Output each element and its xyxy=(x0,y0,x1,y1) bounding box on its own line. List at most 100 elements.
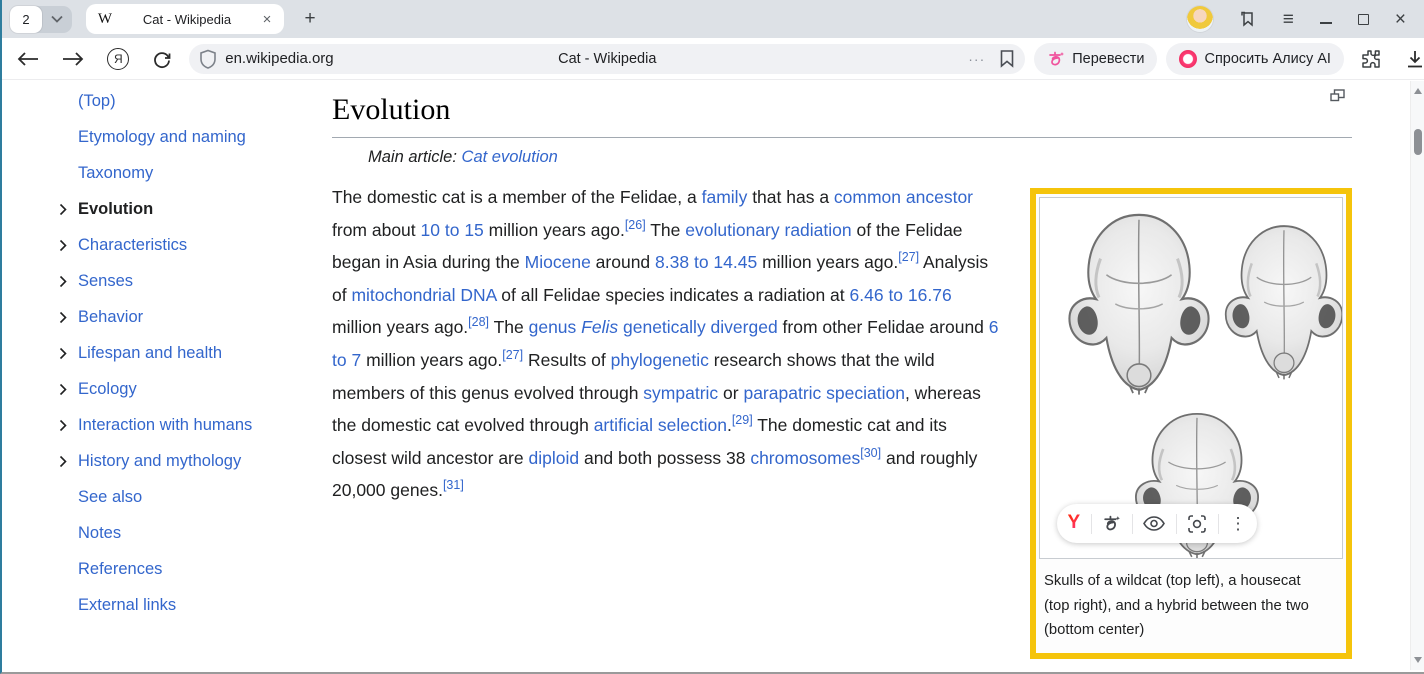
tab-list-chevron-icon[interactable] xyxy=(42,15,72,23)
scrollbar-up-arrow[interactable] xyxy=(1414,88,1422,94)
reference-marker: [30] xyxy=(860,446,881,460)
tab-title: Cat - Wikipedia xyxy=(116,12,258,27)
ask-alice-button[interactable]: Спросить Алису AI xyxy=(1166,43,1344,75)
window-minimize-button[interactable] xyxy=(1320,22,1332,24)
sidebar-item-ecology[interactable]: Ecology xyxy=(59,371,319,407)
yandex-start-page-icon[interactable]: Я xyxy=(107,47,130,71)
reload-button[interactable] xyxy=(150,47,173,71)
article-link[interactable]: Felis xyxy=(581,317,618,337)
sidebar-item-see-also[interactable]: See also xyxy=(59,479,319,515)
hatnote-link[interactable]: Cat evolution xyxy=(462,148,558,166)
scrollbar-thumb[interactable] xyxy=(1414,129,1422,155)
sidebar-item-characteristics[interactable]: Characteristics xyxy=(59,227,319,263)
toolbar-separator xyxy=(1091,514,1092,534)
article-link[interactable]: genus xyxy=(529,317,577,337)
sidebar-item-senses[interactable]: Senses xyxy=(59,263,319,299)
reference-link[interactable]: [30] xyxy=(860,446,881,460)
browser-menu-icon[interactable]: ≡ xyxy=(1283,10,1294,29)
toc-item-label: Senses xyxy=(78,272,133,291)
toc-chevron-icon[interactable] xyxy=(59,203,78,216)
new-tab-button[interactable]: + xyxy=(296,5,324,33)
toc-chevron-icon[interactable] xyxy=(59,275,78,288)
toc-item-label: Notes xyxy=(78,524,121,543)
toc-chevron-icon[interactable] xyxy=(59,347,78,360)
downloads-icon[interactable] xyxy=(1406,49,1424,69)
image-search-camera-icon[interactable] xyxy=(1187,514,1207,534)
tab-cat-wikipedia[interactable]: W Cat - Wikipedia × xyxy=(86,4,284,34)
extensions-puzzle-icon[interactable] xyxy=(1360,48,1382,70)
reference-link[interactable]: [27] xyxy=(502,348,523,362)
side-panel-icon[interactable] xyxy=(1239,10,1257,28)
reference-link[interactable]: [31] xyxy=(443,479,464,493)
article-link[interactable]: diploid xyxy=(528,448,579,468)
article-link[interactable]: 8.38 to 14.45 xyxy=(655,252,757,272)
address-more-icon[interactable]: ··· xyxy=(968,51,985,67)
reference-marker: [31] xyxy=(443,479,464,493)
tab-close-icon[interactable]: × xyxy=(258,11,276,28)
figure-expand-icon[interactable] xyxy=(1330,89,1345,102)
forward-button[interactable] xyxy=(61,47,84,71)
article-link[interactable]: artificial selection xyxy=(594,415,727,435)
article-link[interactable]: evolutionary radiation xyxy=(685,220,851,240)
tabstrip-right-controls: ≡ × xyxy=(1187,6,1424,32)
reference-marker: [27] xyxy=(898,250,919,264)
article-link[interactable]: 6.46 to 16.76 xyxy=(850,285,952,305)
toc-chevron-icon[interactable] xyxy=(59,383,78,396)
article-link[interactable]: common ancestor xyxy=(834,187,973,207)
bookmark-icon[interactable] xyxy=(999,49,1015,68)
article-link[interactable]: phylogenetic xyxy=(611,350,709,370)
sidebar-item-notes[interactable]: Notes xyxy=(59,515,319,551)
reference-link[interactable]: [29] xyxy=(732,413,753,427)
tab-counter-control[interactable]: 2 xyxy=(10,6,72,33)
sidebar-item-references[interactable]: References xyxy=(59,551,319,587)
article-link[interactable]: mitochondrial DNA xyxy=(351,285,496,305)
page-scrollbar[interactable] xyxy=(1410,81,1424,670)
sidebar-item-external-links[interactable]: External links xyxy=(59,587,319,623)
tab-count[interactable]: 2 xyxy=(10,6,42,33)
sidebar-item-interaction-with-humans[interactable]: Interaction with humans xyxy=(59,407,319,443)
site-security-shield-icon[interactable] xyxy=(199,49,217,69)
article-link[interactable]: genetically diverged xyxy=(623,317,778,337)
toc-chevron-icon[interactable] xyxy=(59,455,78,468)
reference-marker: [29] xyxy=(732,413,753,427)
reference-marker: [28] xyxy=(468,316,489,330)
yandex-logo-icon[interactable]: Y xyxy=(1068,507,1081,540)
profile-avatar[interactable] xyxy=(1187,6,1213,32)
article-link[interactable]: Miocene xyxy=(525,252,591,272)
sidebar-item-etymology-and-naming[interactable]: Etymology and naming xyxy=(59,119,319,155)
address-bar[interactable]: en.wikipedia.org Cat - Wikipedia ··· xyxy=(189,44,1025,74)
article-link[interactable]: 10 to 15 xyxy=(421,220,484,240)
toolbar-separator xyxy=(1176,514,1177,534)
sidebar-item-evolution[interactable]: Evolution xyxy=(59,191,319,227)
toc-chevron-icon[interactable] xyxy=(59,239,78,252)
toc-item-label: Behavior xyxy=(78,308,143,327)
window-maximize-button[interactable] xyxy=(1358,14,1369,25)
article-link[interactable]: sympatric xyxy=(643,383,718,403)
reference-link[interactable]: [28] xyxy=(468,316,489,330)
reference-link[interactable]: [26] xyxy=(625,218,646,232)
sidebar-item--top-[interactable]: (Top) xyxy=(59,83,319,119)
section-heading: Evolution xyxy=(332,93,1352,138)
sidebar-item-history-and-mythology[interactable]: History and mythology xyxy=(59,443,319,479)
reference-link[interactable]: [27] xyxy=(898,250,919,264)
skulls-image[interactable]: Y ⋮ xyxy=(1039,197,1343,559)
sidebar-item-taxonomy[interactable]: Taxonomy xyxy=(59,155,319,191)
back-button[interactable] xyxy=(16,47,39,71)
sidebar-item-behavior[interactable]: Behavior xyxy=(59,299,319,335)
toolbar-separator xyxy=(1218,514,1219,534)
toc-chevron-icon[interactable] xyxy=(59,311,78,324)
image-view-eye-icon[interactable] xyxy=(1143,516,1165,531)
window-close-button[interactable]: × xyxy=(1395,10,1406,29)
article-link[interactable]: family xyxy=(702,187,748,207)
toc-chevron-icon[interactable] xyxy=(59,419,78,432)
image-translate-icon[interactable] xyxy=(1102,514,1121,533)
url-host[interactable]: en.wikipedia.org xyxy=(225,50,333,67)
browser-window: { "browser": { "tab_counter": "2", "tab"… xyxy=(0,0,1424,674)
article-link[interactable]: chromosomes xyxy=(750,448,860,468)
article-link[interactable]: parapatric speciation xyxy=(743,383,904,403)
translate-button-label: Перевести xyxy=(1072,51,1144,67)
translate-button[interactable]: Перевести xyxy=(1034,43,1157,75)
sidebar-item-lifespan-and-health[interactable]: Lifespan and health xyxy=(59,335,319,371)
image-kebab-menu-icon[interactable]: ⋮ xyxy=(1229,515,1246,532)
scrollbar-down-arrow[interactable] xyxy=(1414,657,1422,663)
